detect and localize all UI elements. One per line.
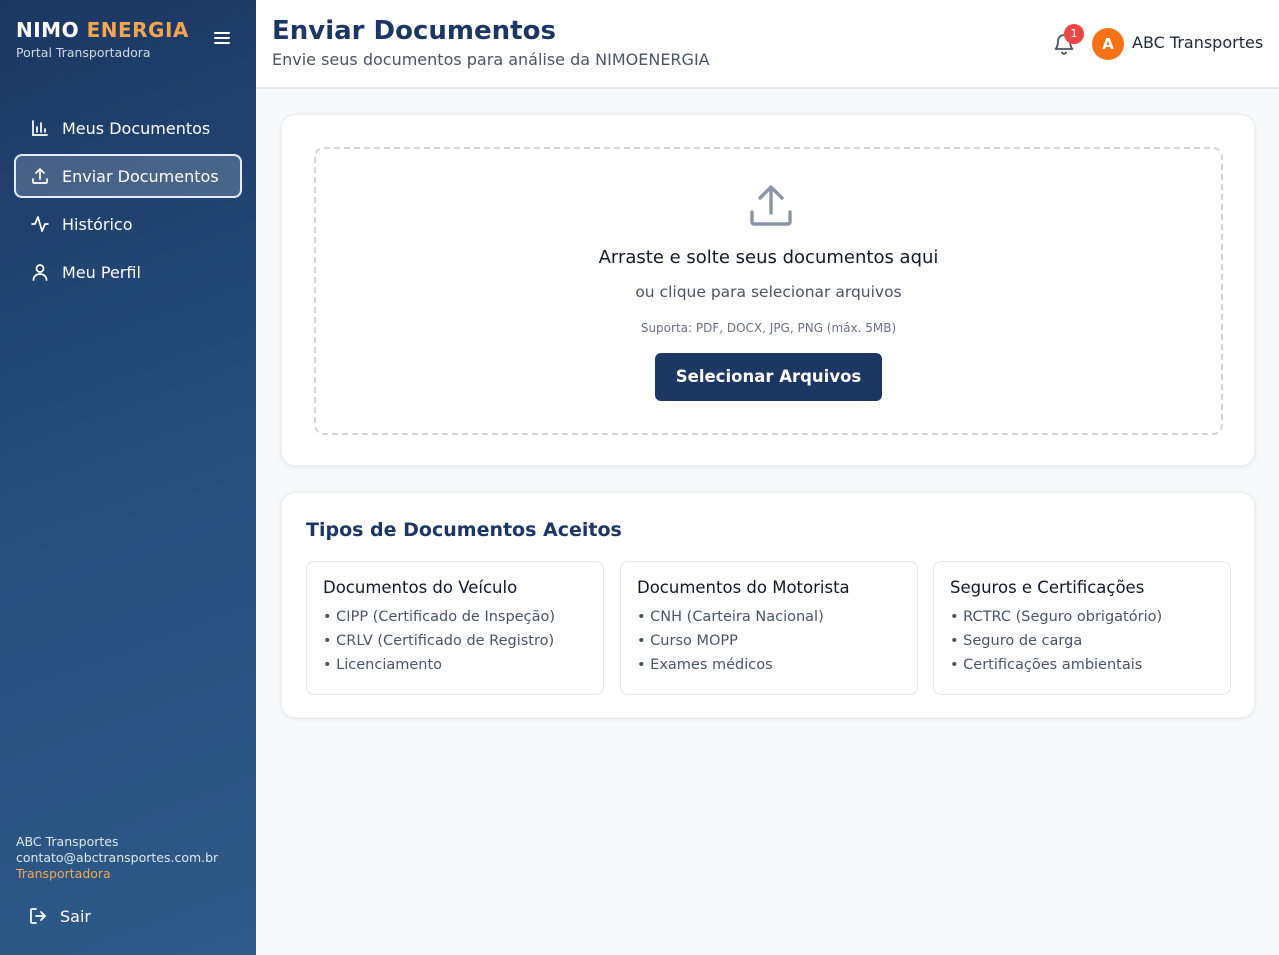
user-role: Transportadora [16,866,111,881]
upload-icon [30,166,50,186]
bar-chart-icon [30,118,50,138]
select-files-button[interactable]: Selecionar Arquivos [655,353,882,401]
sidebar: NIMO ENERGIA Portal Transportadora Meus … [0,0,256,955]
doc-type-list: RCTRC (Seguro obrigatório) Seguro de car… [950,605,1214,677]
list-item: CRLV (Certificado de Registro) [323,629,587,653]
doc-type-list: CIPP (Certificado de Inspeção) CRLV (Cer… [323,605,587,677]
list-item: RCTRC (Seguro obrigatório) [950,605,1214,629]
list-item: Exames médicos [637,653,901,677]
brand-subtitle: Portal Transportadora [16,45,151,60]
list-item: CIPP (Certificado de Inspeção) [323,605,587,629]
brand-name-part1: NIMO [16,18,80,42]
document-types-card: Tipos de Documentos Aceitos Documentos d… [281,492,1255,718]
page-title: Enviar Documentos [272,16,556,46]
menu-toggle-icon[interactable] [212,29,232,47]
sidebar-item-meu-perfil[interactable]: Meu Perfil [14,250,242,294]
logout-icon [28,906,48,926]
brand-name-part2: ENERGIA [86,18,189,42]
logout-label: Sair [60,906,91,926]
doc-type-group-title: Seguros e Certificações [950,578,1145,597]
list-item: Curso MOPP [637,629,901,653]
list-item: CNH (Carteira Nacional) [637,605,901,629]
brand-logo: NIMO ENERGIA [16,18,189,42]
brand: NIMO ENERGIA Portal Transportadora [16,18,189,60]
dropzone-subtitle: ou clique para selecionar arquivos [635,283,902,301]
sidebar-item-historico[interactable]: Histórico [14,202,242,246]
doc-type-list: CNH (Carteira Nacional) Curso MOPP Exame… [637,605,901,677]
list-item: Licenciamento [323,653,587,677]
user-name: ABC Transportes [16,834,119,849]
dropzone-title: Arraste e solte seus documentos aqui [598,247,939,268]
doc-type-group-title: Documentos do Motorista [637,578,850,597]
user-email: contato@abctransportes.com.br [16,850,219,865]
section-title: Tipos de Documentos Aceitos [306,519,622,541]
sidebar-item-label: Meu Perfil [62,262,141,282]
page-header: Enviar Documentos Envie seus documentos … [256,0,1279,89]
sidebar-item-enviar-documentos[interactable]: Enviar Documentos [14,154,242,198]
company-name[interactable]: ABC Transportes [1132,33,1263,52]
sidebar-item-meus-documentos[interactable]: Meus Documentos [14,106,242,150]
list-item: Seguro de carga [950,629,1214,653]
upload-card: Arraste e solte seus documentos aqui ou … [281,114,1255,466]
list-item: Certificações ambientais [950,653,1214,677]
sidebar-item-label: Meus Documentos [62,118,211,138]
notification-badge: 1 [1064,24,1084,44]
dropzone-hint: Suporta: PDF, DOCX, JPG, PNG (máx. 5MB) [640,321,897,335]
doc-type-group-insurance: Seguros e Certificações RCTRC (Seguro ob… [933,561,1231,695]
activity-icon [30,214,50,234]
sidebar-item-label: Histórico [62,214,133,234]
upload-icon [748,183,794,229]
dropzone[interactable]: Arraste e solte seus documentos aqui ou … [314,147,1223,435]
logout-button[interactable]: Sair [28,906,91,926]
sidebar-item-label: Enviar Documentos [62,166,219,186]
sidebar-user-info: ABC Transportes contato@abctransportes.c… [16,834,218,882]
sidebar-nav: Meus Documentos Enviar Documentos Histór… [14,106,242,298]
avatar[interactable]: A [1092,28,1124,60]
page-subtitle: Envie seus documentos para análise da NI… [272,50,710,69]
doc-type-group-title: Documentos do Veículo [323,578,518,597]
user-icon [30,262,50,282]
doc-type-group-vehicle: Documentos do Veículo CIPP (Certificado … [306,561,604,695]
doc-type-group-driver: Documentos do Motorista CNH (Carteira Na… [620,561,918,695]
